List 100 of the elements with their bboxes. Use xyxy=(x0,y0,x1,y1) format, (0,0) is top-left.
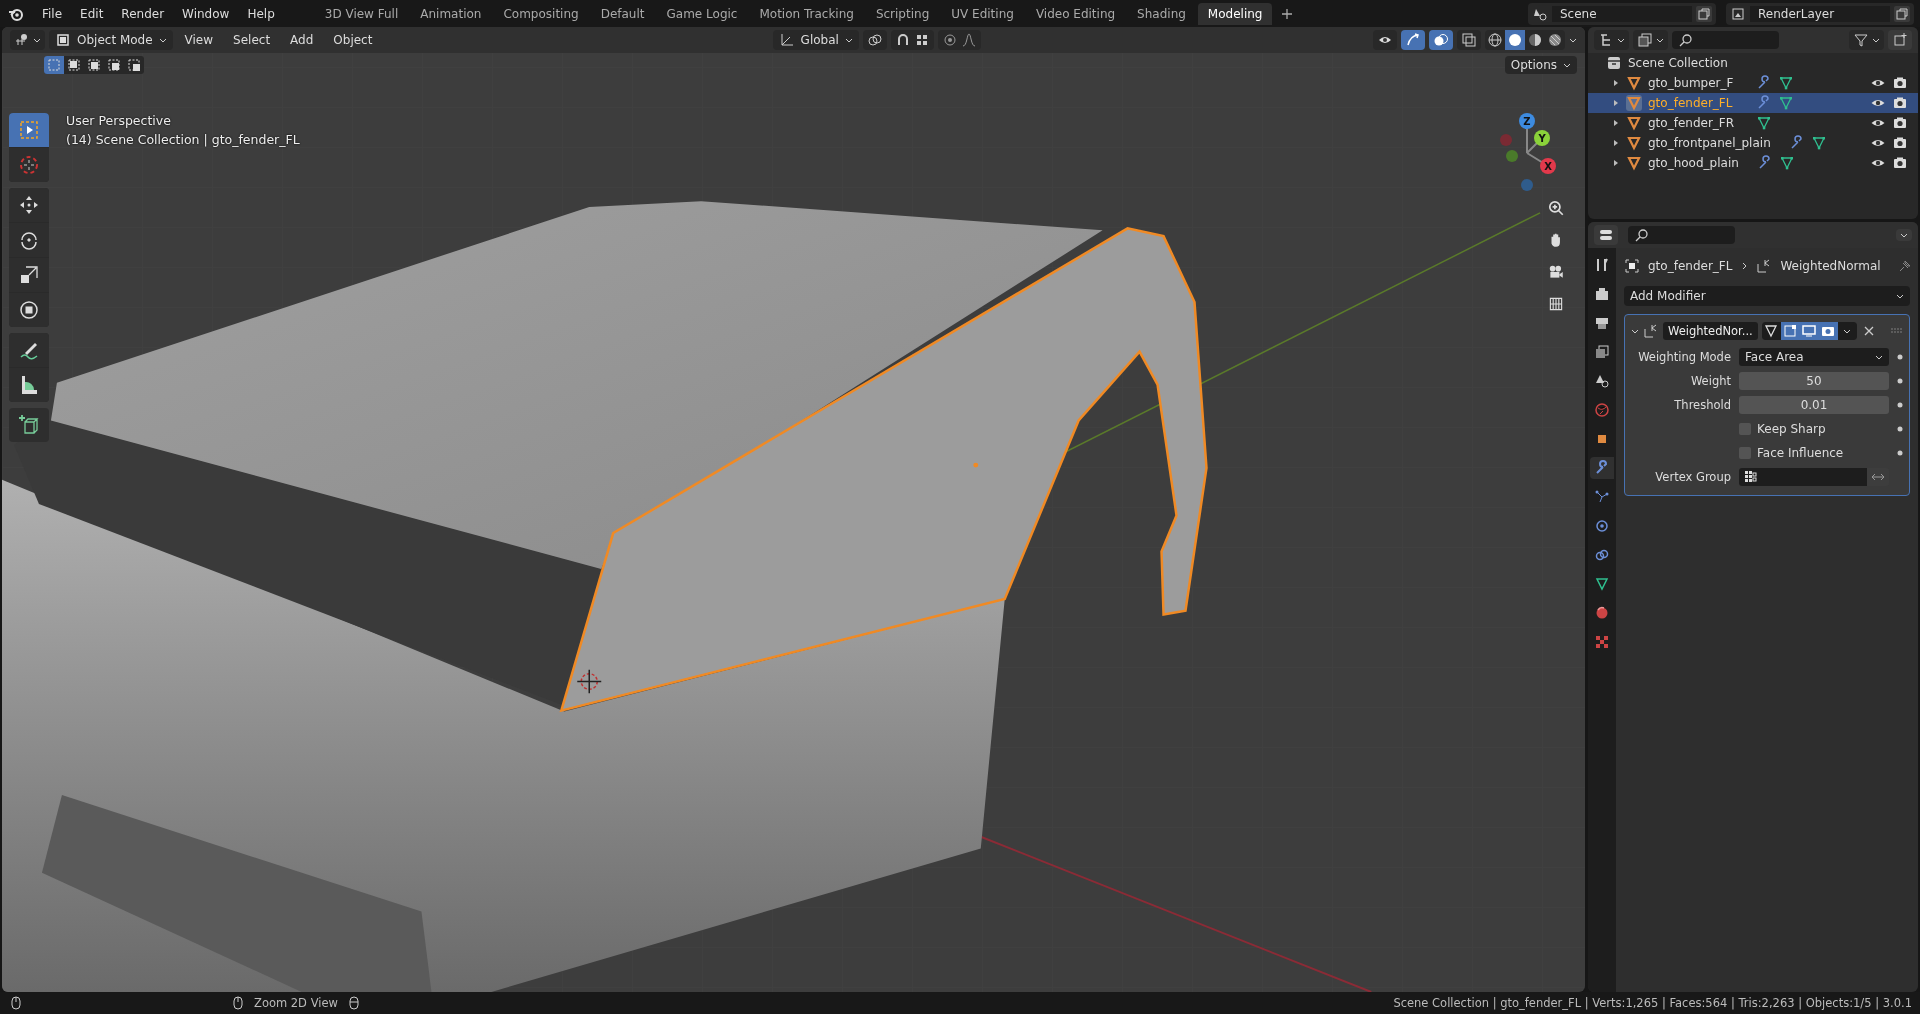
properties-tab[interactable] xyxy=(1590,457,1614,479)
gizmo-toggle-button[interactable] xyxy=(1401,30,1425,50)
workspace-tab[interactable]: Default xyxy=(590,2,655,25)
tool-button[interactable] xyxy=(9,258,49,292)
mode-dropdown[interactable]: Object Mode xyxy=(49,30,173,50)
outliner-item[interactable]: gto_bumper_F xyxy=(1588,73,1918,93)
menu-item[interactable]: Help xyxy=(239,3,283,24)
keyframe-dot-icon[interactable] xyxy=(1897,354,1903,360)
orientation-dropdown[interactable]: Global xyxy=(772,30,859,50)
view-layer-field[interactable]: RenderLayer xyxy=(1750,5,1890,22)
caret-icon[interactable] xyxy=(1617,36,1625,44)
keyframe-dot-icon[interactable] xyxy=(1897,450,1903,456)
workspace-tab[interactable]: Video Editing xyxy=(1025,2,1126,25)
camera-icon[interactable] xyxy=(1892,115,1908,131)
workspace-tab[interactable]: 3D View Full xyxy=(314,2,409,25)
outliner-item[interactable]: gto_fender_FL xyxy=(1588,93,1918,113)
drag-handle-icon[interactable] xyxy=(1891,328,1903,334)
image-stack-icon[interactable] xyxy=(1730,5,1746,22)
expand-arrow-icon[interactable] xyxy=(1612,99,1620,107)
workspace-tab[interactable]: Scripting xyxy=(865,2,940,25)
zoom-icon[interactable] xyxy=(1547,199,1565,217)
menu-item[interactable]: Select xyxy=(225,30,279,50)
tool-button[interactable] xyxy=(9,368,49,402)
menu-item[interactable]: View xyxy=(176,30,222,50)
workspace-tab[interactable]: Motion Tracking xyxy=(749,2,864,25)
search-field[interactable] xyxy=(1672,31,1779,49)
axis-handle[interactable]: X xyxy=(1540,158,1556,174)
filter-icon[interactable] xyxy=(1853,32,1869,48)
menu-item[interactable]: Window xyxy=(174,3,238,24)
axis-handle[interactable]: Y xyxy=(1534,130,1550,146)
workspace-tab[interactable]: Animation xyxy=(410,2,492,25)
caret-icon[interactable] xyxy=(1656,36,1664,44)
shading-button[interactable] xyxy=(1505,30,1525,50)
copy-icon[interactable] xyxy=(1696,5,1712,22)
modifier-toggle[interactable] xyxy=(1761,322,1781,340)
falloff-curve-icon[interactable] xyxy=(960,32,977,48)
tool-button[interactable] xyxy=(9,188,49,222)
copy-icon[interactable] xyxy=(1894,5,1910,22)
camera-icon[interactable] xyxy=(1892,75,1908,91)
mesh-data-icon[interactable] xyxy=(1756,115,1772,131)
caret-icon[interactable] xyxy=(33,36,41,44)
outliner-item[interactable]: gto_frontpanel_plain xyxy=(1588,133,1918,153)
tool-button[interactable] xyxy=(9,293,49,327)
caret-icon[interactable] xyxy=(1872,36,1880,44)
workspace-tab[interactable]: Modeling xyxy=(1197,2,1273,25)
keyframe-dot-icon[interactable] xyxy=(1897,378,1903,384)
modifier-name-field[interactable]: WeightedNor... xyxy=(1663,322,1758,340)
tool-button[interactable] xyxy=(9,408,49,442)
camera-icon[interactable] xyxy=(1892,155,1908,171)
caret-icon[interactable] xyxy=(1569,36,1577,44)
vertex-group-field[interactable] xyxy=(1739,468,1867,486)
options-button[interactable] xyxy=(1896,229,1912,241)
checkbox[interactable] xyxy=(1739,423,1751,435)
expand-arrow-icon[interactable] xyxy=(1612,159,1620,167)
image-stack-icon[interactable] xyxy=(1637,32,1653,48)
keyframe-dot-icon[interactable] xyxy=(1897,426,1903,432)
editor-type-icon[interactable] xyxy=(14,32,30,48)
outliner-item[interactable]: gto_fender_FR xyxy=(1588,113,1918,133)
mesh-data-icon[interactable] xyxy=(1778,95,1794,111)
camera-icon[interactable] xyxy=(1547,263,1565,281)
add-modifier-dropdown[interactable]: Add Modifier xyxy=(1624,286,1910,306)
checkbox[interactable] xyxy=(1739,447,1751,459)
menu-item[interactable]: File xyxy=(34,3,71,24)
add-icon[interactable] xyxy=(1282,8,1293,19)
outliner-item[interactable]: gto_hood_plain xyxy=(1588,153,1918,173)
workspace-tab[interactable]: Game Logic xyxy=(656,2,748,25)
scene-field[interactable]: Scene xyxy=(1552,5,1692,22)
number-field[interactable]: 0.01 xyxy=(1739,396,1889,414)
shading-button[interactable] xyxy=(1485,30,1505,50)
collection-name[interactable]: Scene Collection xyxy=(1628,56,1728,70)
overlay-toggle-button[interactable] xyxy=(1429,30,1453,50)
keyframe-dot-icon[interactable] xyxy=(1897,402,1903,408)
workspace-tab[interactable]: Shading xyxy=(1127,2,1196,25)
axis-handle[interactable]: Z xyxy=(1519,113,1535,129)
expand-arrow-icon[interactable] xyxy=(1612,139,1620,147)
tool-button[interactable] xyxy=(9,223,49,257)
grid-icon[interactable] xyxy=(1547,295,1565,313)
menu-item[interactable]: Add xyxy=(282,30,322,50)
number-field[interactable]: 50 xyxy=(1739,372,1889,390)
tool-button[interactable] xyxy=(9,333,49,367)
search-field[interactable] xyxy=(1628,226,1735,244)
workspace-tab[interactable]: Compositing xyxy=(493,2,589,25)
workspace-tab[interactable]: UV Editing xyxy=(941,2,1024,25)
options-dropdown[interactable]: Options xyxy=(1504,56,1577,74)
editor-type-button[interactable] xyxy=(1594,225,1618,245)
xray-icon[interactable] xyxy=(1461,32,1477,48)
mesh-data-icon[interactable] xyxy=(1778,155,1795,171)
mesh-data-icon[interactable] xyxy=(1778,75,1794,91)
expand-arrow-icon[interactable] xyxy=(1612,79,1620,87)
weighting-mode-dropdown[interactable]: Face Area xyxy=(1739,348,1889,366)
wrench-icon[interactable] xyxy=(1756,75,1772,91)
menu-item[interactable]: Edit xyxy=(72,3,112,24)
pivot-icon[interactable] xyxy=(866,32,883,48)
camera-icon[interactable] xyxy=(1892,95,1908,111)
menu-item[interactable]: Render xyxy=(113,3,173,24)
camera-icon[interactable] xyxy=(1892,135,1908,151)
new-collection-button[interactable] xyxy=(1888,30,1912,50)
mesh-data-icon[interactable] xyxy=(1810,135,1827,151)
menu-item[interactable]: Object xyxy=(325,30,381,50)
proportional-icon[interactable] xyxy=(941,32,958,48)
